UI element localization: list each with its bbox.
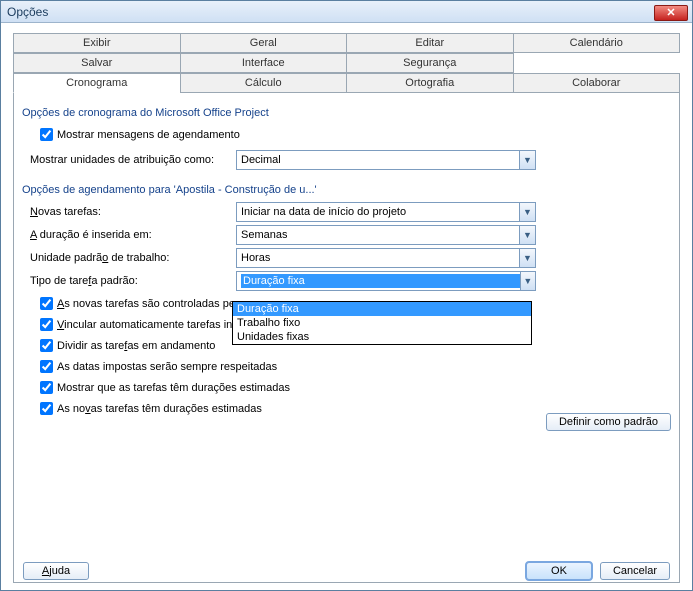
cancel-button[interactable]: Cancelar xyxy=(600,562,670,580)
titlebar: Opções ✕ xyxy=(1,1,692,23)
chevron-down-icon: ▼ xyxy=(519,203,535,221)
chk-new-estimated[interactable] xyxy=(40,402,53,415)
task-type-value: Duração fixa xyxy=(241,274,520,288)
help-button[interactable]: Ajuda xyxy=(23,562,89,580)
show-units-select[interactable]: Decimal ▼ xyxy=(236,150,536,170)
dialog-button-bar: Ajuda OK Cancelar xyxy=(1,562,692,580)
tab-editar[interactable]: Editar xyxy=(346,33,514,53)
task-type-dropdown[interactable]: Duração fixa Trabalho fixo Unidades fixa… xyxy=(232,301,532,345)
section1-title: Opções de cronograma do Microsoft Office… xyxy=(22,107,671,119)
work-unit-label: Unidade padrão de trabalho: xyxy=(30,252,236,264)
tab-exibir[interactable]: Exibir xyxy=(13,33,181,53)
show-units-label: Mostrar unidades de atribuição como: xyxy=(30,154,236,166)
section2-title: Opções de agendamento para 'Apostila - C… xyxy=(22,184,671,196)
duration-in-select[interactable]: Semanas ▼ xyxy=(236,225,536,245)
new-tasks-select[interactable]: Iniciar na data de início do projeto ▼ xyxy=(236,202,536,222)
tab-geral[interactable]: Geral xyxy=(180,33,348,53)
task-type-option[interactable]: Duração fixa xyxy=(233,302,531,316)
tabs: Exibir Geral Editar Calendário Salvar In… xyxy=(1,23,692,93)
chevron-down-icon: ▼ xyxy=(520,272,535,290)
chk-split-label: Dividir as tarefas em andamento xyxy=(57,340,215,352)
work-unit-value: Horas xyxy=(241,252,270,264)
chk-show-sched-msgs-label: Mostrar mensagens de agendamento xyxy=(57,129,240,141)
work-unit-select[interactable]: Horas ▼ xyxy=(236,248,536,268)
chk-effort-label: As novas tarefas são controladas pe xyxy=(57,298,235,310)
options-dialog: Opções ✕ Exibir Geral Editar Calendário … xyxy=(0,0,693,591)
task-type-option[interactable]: Trabalho fixo xyxy=(233,316,531,330)
tab-calculo[interactable]: Cálculo xyxy=(180,73,348,93)
tab-ortografia[interactable]: Ortografia xyxy=(346,73,514,93)
chk-constraints[interactable] xyxy=(40,360,53,373)
duration-in-value: Semanas xyxy=(241,229,287,241)
tab-calendario[interactable]: Calendário xyxy=(513,33,681,53)
tab-cronograma[interactable]: Cronograma xyxy=(13,73,181,93)
tab-seguranca[interactable]: Segurança xyxy=(346,53,514,73)
task-type-option[interactable]: Unidades fixas xyxy=(233,330,531,344)
chevron-down-icon: ▼ xyxy=(519,226,535,244)
window-title: Opções xyxy=(7,5,48,19)
chk-show-sched-msgs[interactable] xyxy=(40,128,53,141)
close-icon[interactable]: ✕ xyxy=(654,5,688,21)
chk-show-estimated[interactable] xyxy=(40,381,53,394)
new-tasks-value: Iniciar na data de início do projeto xyxy=(241,206,406,218)
tab-panel-cronograma: Opções de cronograma do Microsoft Office… xyxy=(13,93,680,583)
new-tasks-label: Novas tarefas: xyxy=(30,206,236,218)
task-type-select[interactable]: Duração fixa ▼ xyxy=(236,271,536,291)
tab-salvar[interactable]: Salvar xyxy=(13,53,181,73)
chk-autolink[interactable] xyxy=(40,318,53,331)
task-type-label: Tipo de tarefa padrão: xyxy=(30,275,236,287)
tab-interface[interactable]: Interface xyxy=(180,53,348,73)
show-units-value: Decimal xyxy=(241,154,281,166)
chk-show-est-label: Mostrar que as tarefas têm durações esti… xyxy=(57,382,290,394)
chevron-down-icon: ▼ xyxy=(519,249,535,267)
ok-button[interactable]: OK xyxy=(526,562,592,580)
duration-in-label: A duração é inserida em: xyxy=(30,229,236,241)
chk-constraints-label: As datas impostas serão sempre respeitad… xyxy=(57,361,277,373)
set-default-button[interactable]: Definir como padrão xyxy=(546,413,671,431)
chk-effort-driven[interactable] xyxy=(40,297,53,310)
chk-autolink-label: Vincular automaticamente tarefas in xyxy=(57,319,232,331)
tab-colaborar[interactable]: Colaborar xyxy=(513,73,681,93)
chk-split[interactable] xyxy=(40,339,53,352)
chk-new-est-label: As novas tarefas têm durações estimadas xyxy=(57,403,262,415)
chevron-down-icon: ▼ xyxy=(519,151,535,169)
